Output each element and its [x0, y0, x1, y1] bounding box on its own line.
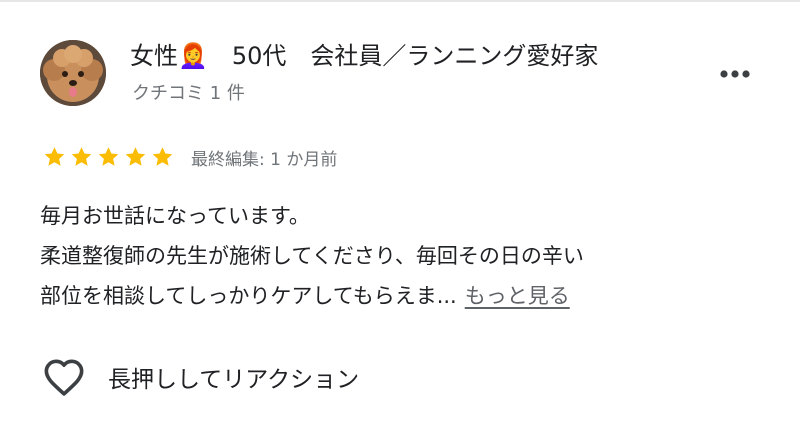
reviewer-review-count: クチコミ 1 件	[132, 83, 245, 104]
more-options-icon[interactable]	[716, 64, 754, 84]
heart-outline-icon	[44, 359, 84, 396]
review-line-text: 部位を相談してしっかりケアしてもらえま...	[40, 284, 457, 308]
review-line: 柔道整復師の先生が施術してくださり、毎回その日の辛い	[40, 244, 584, 268]
avatar[interactable]	[40, 40, 106, 106]
avatar-dog-image	[40, 40, 106, 106]
review-card: 女性👩‍🦰 50代 会社員／ランニング愛好家 クチコミ 1 件 最終編集: 1 …	[0, 0, 800, 444]
star-rating	[42, 145, 175, 169]
review-line: 毎月お世話になっています。	[40, 204, 310, 228]
star-icon	[152, 147, 173, 166]
reaction-button[interactable]: 長押ししてリアクション	[42, 352, 359, 402]
divider	[0, 0, 800, 2]
star-icon	[71, 147, 92, 166]
review-text: 毎月お世話になっています。 柔道整復師の先生が施術してくださり、毎回その日の辛い…	[40, 196, 780, 316]
star-icon	[44, 147, 65, 166]
read-more-link[interactable]: もっと見る	[465, 284, 570, 308]
review-line-last: 部位を相談してしっかりケアしてもらえま... もっと見る	[40, 276, 780, 316]
edited-timestamp: 最終編集: 1 か月前	[191, 149, 338, 170]
reaction-label: 長押ししてリアクション	[108, 367, 360, 393]
rating-row: 最終編集: 1 か月前	[42, 143, 337, 171]
star-icon	[98, 147, 119, 166]
reviewer-name[interactable]: 女性👩‍🦰 50代 会社員／ランニング愛好家	[130, 36, 598, 71]
star-icon	[125, 147, 146, 166]
